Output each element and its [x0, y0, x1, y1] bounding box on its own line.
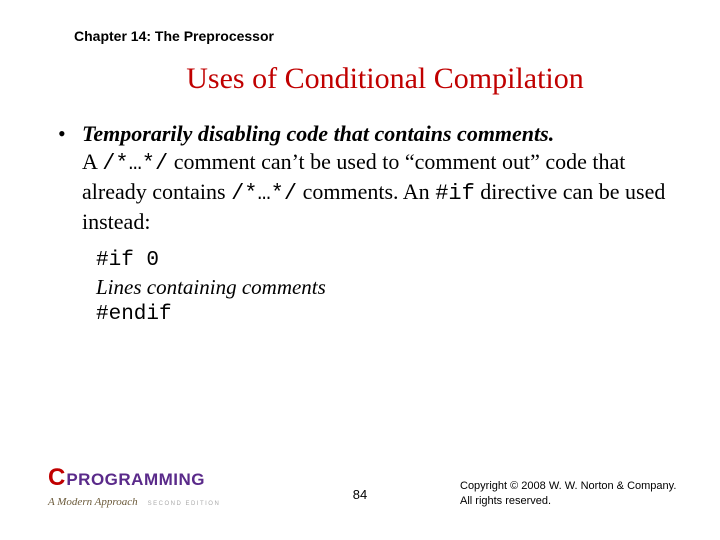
- code-block: #if 0 Lines containing comments #endif: [96, 247, 676, 329]
- text-run: comments. An: [297, 179, 435, 204]
- footer: C PROGRAMMING A Modern Approach SECOND E…: [0, 464, 720, 510]
- bullet-item: • Temporarily disabling code that contai…: [58, 120, 676, 237]
- code-inline: /*…*/: [102, 151, 168, 176]
- bullet-marker: •: [58, 120, 82, 237]
- text-run: A: [82, 149, 102, 174]
- code-inline: #if: [435, 181, 475, 206]
- bullet-heading: Temporarily disabling code that contains…: [82, 121, 554, 146]
- copyright: Copyright © 2008 W. W. Norton & Company.…: [460, 479, 690, 508]
- slide: Chapter 14: The Preprocessor Uses of Con…: [0, 0, 720, 540]
- copyright-line-1: Copyright © 2008 W. W. Norton & Company.: [460, 479, 690, 493]
- copyright-line-2: All rights reserved.: [460, 494, 690, 508]
- bullet-content: Temporarily disabling code that contains…: [82, 120, 676, 237]
- code-line: #if 0: [96, 247, 676, 274]
- slide-title: Uses of Conditional Compilation: [44, 62, 676, 96]
- code-line: #endif: [96, 301, 676, 328]
- chapter-label: Chapter 14: The Preprocessor: [74, 28, 676, 44]
- code-comment-line: Lines containing comments: [96, 274, 676, 301]
- code-inline: /*…*/: [231, 181, 297, 206]
- body-text: • Temporarily disabling code that contai…: [58, 120, 676, 329]
